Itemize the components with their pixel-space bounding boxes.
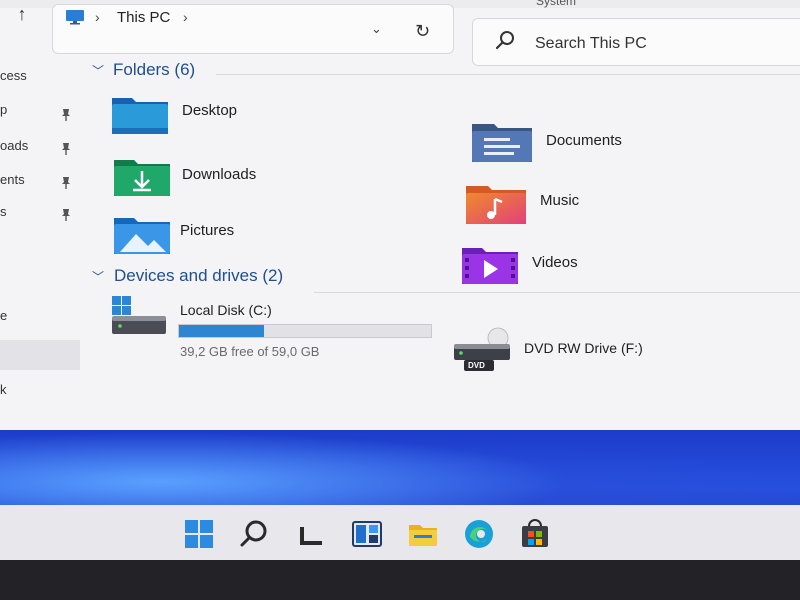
nav-item-network[interactable]: k (0, 382, 7, 397)
windows-start-icon[interactable] (182, 517, 216, 551)
nav-item-onedrive[interactable]: e (0, 308, 7, 323)
breadcrumb-this-pc[interactable]: This PC (117, 9, 170, 26)
content-pane: ﹀ Folders (6) Desktop Documents Download… (84, 56, 800, 486)
task-view-icon[interactable] (294, 517, 328, 551)
folders-divider (216, 74, 800, 75)
address-history-dropdown[interactable]: ⌄ (371, 21, 382, 37)
folders-group-header[interactable]: Folders (6) (113, 60, 195, 80)
pin-icon[interactable] (60, 208, 72, 222)
folder-tile-videos[interactable]: Videos (460, 244, 660, 288)
search-placeholder: Search This PC (535, 35, 647, 52)
music-folder-icon (466, 186, 526, 224)
nav-selected-highlight (0, 340, 80, 370)
address-bar[interactable]: › This PC › ⌄ ↻ (52, 4, 454, 54)
this-pc-icon (66, 10, 84, 25)
devices-collapse-chevron[interactable]: ﹀ (92, 268, 104, 285)
desktop-folder-icon (112, 98, 168, 134)
folder-tile-downloads[interactable]: Downloads (112, 156, 312, 200)
folder-tile-documents[interactable]: Documents (470, 120, 690, 168)
refresh-button[interactable]: ↻ (415, 21, 430, 42)
file-explorer-window: System ↑ › This PC › ⌄ ↻ Search This PC … (0, 0, 800, 490)
drive-label-local-disk: Local Disk (C:) (180, 302, 272, 318)
window-title: System (536, 0, 577, 8)
nav-item-pictures[interactable]: s (0, 204, 7, 219)
nav-item-desktop[interactable]: p (0, 102, 7, 117)
folder-label-desktop: Desktop (182, 102, 238, 119)
pin-icon[interactable] (60, 176, 72, 190)
folder-tile-desktop[interactable]: Desktop (110, 94, 310, 138)
downloads-folder-icon (114, 160, 170, 196)
pin-icon[interactable] (60, 142, 72, 156)
nav-item-documents[interactable]: ents (0, 172, 25, 187)
folder-label-pictures: Pictures (180, 222, 235, 239)
edge-icon[interactable] (462, 517, 496, 551)
drive-label-dvd: DVD RW Drive (F:) (524, 340, 643, 356)
store-icon[interactable] (518, 517, 552, 551)
widgets-icon[interactable] (350, 517, 384, 551)
search-icon[interactable] (238, 517, 272, 551)
file-explorer-icon[interactable] (406, 517, 440, 551)
nav-item-downloads[interactable]: oads (0, 138, 28, 153)
dvd-badge: DVD (468, 361, 485, 370)
drive-usage-fill (179, 325, 264, 337)
folder-tile-pictures[interactable]: Pictures (112, 214, 312, 258)
folder-tile-music[interactable]: Music (464, 182, 664, 228)
devices-group-header[interactable]: Devices and drives (2) (114, 266, 283, 286)
folder-label-documents: Documents (546, 132, 622, 149)
pin-icon[interactable] (60, 108, 72, 122)
documents-folder-icon (472, 124, 532, 162)
up-button[interactable]: ↑ (8, 2, 36, 28)
folder-label-downloads: Downloads (182, 166, 257, 183)
drive-usage-bar (178, 324, 432, 338)
search-icon (495, 31, 514, 50)
breadcrumb-chevron[interactable]: › (95, 9, 100, 25)
navigation-pane: cess p oads ents s e k (0, 56, 84, 436)
devices-divider (314, 292, 800, 293)
folders-collapse-chevron[interactable]: ﹀ (92, 62, 104, 79)
nav-item-quick-access[interactable]: cess (0, 68, 27, 83)
videos-folder-icon (462, 248, 518, 284)
breadcrumb-chevron-end[interactable]: › (183, 9, 188, 25)
drive-tile-dvd[interactable]: DVD DVD RW Drive (F:) (452, 326, 692, 374)
folder-label-videos: Videos (532, 254, 578, 271)
local-disk-icon (112, 296, 166, 334)
monitor-bezel (0, 560, 800, 600)
folder-label-music: Music (540, 192, 580, 209)
pictures-folder-icon (114, 218, 170, 254)
drive-free-space: 39,2 GB free of 59,0 GB (180, 344, 320, 359)
